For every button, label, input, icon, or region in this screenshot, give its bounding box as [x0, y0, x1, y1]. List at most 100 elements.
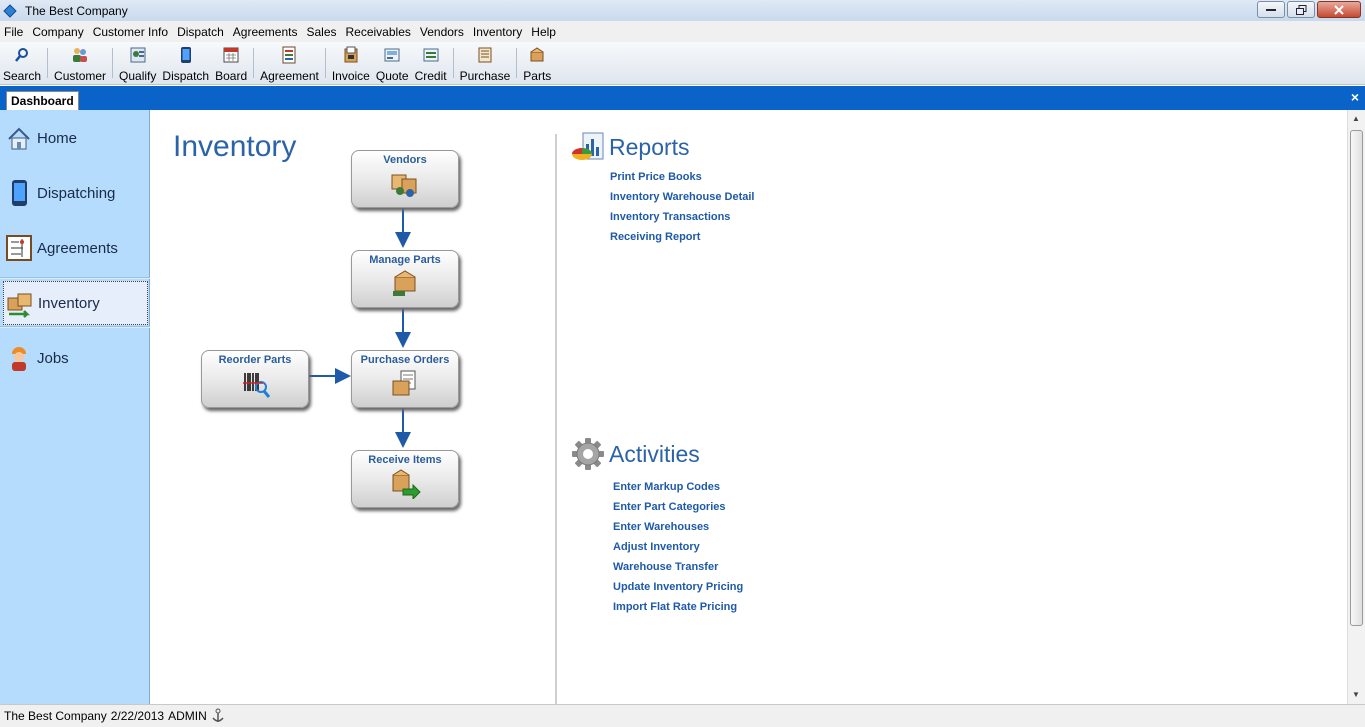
sidebar-item-home[interactable]: Home	[3, 116, 148, 160]
vendors-flow-button[interactable]: Vendors	[351, 150, 459, 208]
activity-link[interactable]: Enter Part Categories	[613, 501, 725, 513]
status-user: ADMIN	[168, 709, 207, 723]
parts-icon	[530, 47, 544, 62]
qualify-icon	[130, 47, 146, 63]
gear-icon	[572, 438, 604, 470]
activity-link[interactable]: Update Inventory Pricing	[613, 581, 743, 593]
quote-button[interactable]: Quote	[373, 42, 412, 85]
sidebar: Home Dispatching Agreements Inventory Jo…	[0, 110, 150, 704]
purchase-button[interactable]: Purchase	[457, 42, 514, 85]
minimize-icon	[1266, 8, 1276, 11]
restore-icon	[1295, 4, 1306, 15]
toolbar-divider	[452, 48, 454, 78]
invoice-icon	[344, 46, 358, 63]
home-icon	[8, 127, 30, 150]
close-icon	[1334, 4, 1344, 15]
reports-icon	[572, 132, 604, 160]
invoice-button[interactable]: Invoice	[329, 42, 373, 85]
toolbar-divider	[253, 48, 255, 78]
dispatching-icon	[12, 180, 27, 206]
vertical-scrollbar[interactable]: ▲ ▼	[1347, 110, 1365, 704]
report-link[interactable]: Inventory Transactions	[610, 211, 730, 223]
toolbar-divider	[47, 48, 49, 78]
report-link[interactable]: Receiving Report	[610, 231, 700, 243]
status-company: The Best Company	[4, 709, 107, 723]
menu-dispatch[interactable]: Dispatch	[173, 25, 229, 39]
activity-link[interactable]: Enter Markup Codes	[613, 481, 720, 493]
window-title: The Best Company	[25, 3, 128, 18]
toolbar-divider	[516, 48, 518, 78]
dispatch-icon	[180, 47, 191, 63]
menu-file[interactable]: File	[0, 25, 28, 39]
tab-dashboard[interactable]: Dashboard	[6, 91, 79, 110]
barcode-scan-icon	[243, 373, 271, 398]
vendors-icon	[391, 174, 417, 197]
minimize-button[interactable]	[1257, 1, 1285, 18]
receive-items-icon	[392, 469, 421, 499]
activities-header: Activities	[571, 437, 700, 471]
sidebar-item-inventory[interactable]: Inventory	[3, 281, 148, 325]
scrollbar-thumb[interactable]	[1350, 130, 1363, 626]
reorder-parts-flow-button[interactable]: Reorder Parts	[201, 350, 309, 408]
inventory-icon	[7, 293, 32, 318]
menu-help[interactable]: Help	[527, 25, 561, 39]
activities-title: Activities	[609, 440, 700, 467]
manage-parts-icon	[393, 270, 416, 296]
parts-button[interactable]: Parts	[520, 42, 554, 85]
qualify-button[interactable]: Qualify	[116, 42, 159, 85]
sidebar-divider	[0, 277, 150, 279]
status-date: 2/22/2013	[110, 709, 165, 723]
board-button[interactable]: Board	[212, 42, 250, 85]
customer-icon	[73, 48, 88, 62]
credit-icon	[423, 48, 439, 62]
restore-button[interactable]	[1287, 1, 1315, 18]
menu-vendors[interactable]: Vendors	[416, 25, 469, 39]
menu-inventory[interactable]: Inventory	[469, 25, 527, 39]
section-divider	[555, 134, 557, 704]
tab-close-icon[interactable]: ×	[1351, 89, 1359, 105]
status-bar: The Best Company 2/22/2013 ADMIN	[0, 704, 1365, 727]
menu-bar: File Company Customer Info Dispatch Agre…	[0, 21, 1365, 42]
activity-link[interactable]: Adjust Inventory	[613, 541, 700, 553]
scroll-down-icon[interactable]: ▼	[1352, 690, 1360, 699]
activity-link[interactable]: Warehouse Transfer	[613, 561, 718, 573]
activity-link[interactable]: Import Flat Rate Pricing	[613, 601, 737, 613]
anchor-icon	[212, 708, 224, 722]
purchase-orders-flow-button[interactable]: Purchase Orders	[351, 350, 459, 408]
sidebar-item-dispatching[interactable]: Dispatching	[3, 171, 148, 215]
menu-customer-info[interactable]: Customer Info	[89, 25, 173, 39]
credit-button[interactable]: Credit	[412, 42, 450, 85]
app-logo-icon	[3, 3, 17, 18]
activity-link[interactable]: Enter Warehouses	[613, 521, 709, 533]
tab-strip: Dashboard ×	[0, 86, 1365, 110]
jobs-icon	[12, 347, 26, 371]
reports-header: Reports	[571, 130, 690, 164]
sidebar-divider	[0, 326, 150, 328]
scroll-up-icon[interactable]: ▲	[1352, 114, 1360, 123]
quote-icon	[384, 48, 400, 62]
toolbar-divider	[112, 48, 114, 78]
board-icon	[223, 47, 239, 63]
toolbar: Search Customer Qualify Dispatch Board A…	[0, 42, 1365, 85]
agreement-button[interactable]: Agreement	[257, 42, 322, 85]
sidebar-item-agreements[interactable]: Agreements	[3, 226, 148, 270]
sidebar-item-jobs[interactable]: Jobs	[3, 336, 148, 380]
receive-items-flow-button[interactable]: Receive Items	[351, 450, 459, 508]
manage-parts-flow-button[interactable]: Manage Parts	[351, 250, 459, 308]
menu-company[interactable]: Company	[28, 25, 88, 39]
menu-sales[interactable]: Sales	[302, 25, 341, 39]
main-content: Inventory Vendors Manage Parts Reorder P…	[151, 110, 1347, 704]
menu-agreements[interactable]: Agreements	[229, 25, 303, 39]
agreements-icon	[6, 235, 32, 261]
search-icon	[15, 48, 29, 62]
dispatch-button[interactable]: Dispatch	[159, 42, 212, 85]
search-button[interactable]: Search	[0, 42, 44, 85]
report-link[interactable]: Inventory Warehouse Detail	[610, 191, 754, 203]
title-bar: The Best Company	[0, 0, 1365, 21]
close-button[interactable]	[1317, 1, 1361, 18]
customer-button[interactable]: Customer	[51, 42, 109, 85]
report-link[interactable]: Print Price Books	[610, 171, 702, 183]
purchase-orders-icon	[392, 370, 416, 396]
reports-title: Reports	[609, 133, 690, 160]
menu-receivables[interactable]: Receivables	[342, 25, 416, 39]
